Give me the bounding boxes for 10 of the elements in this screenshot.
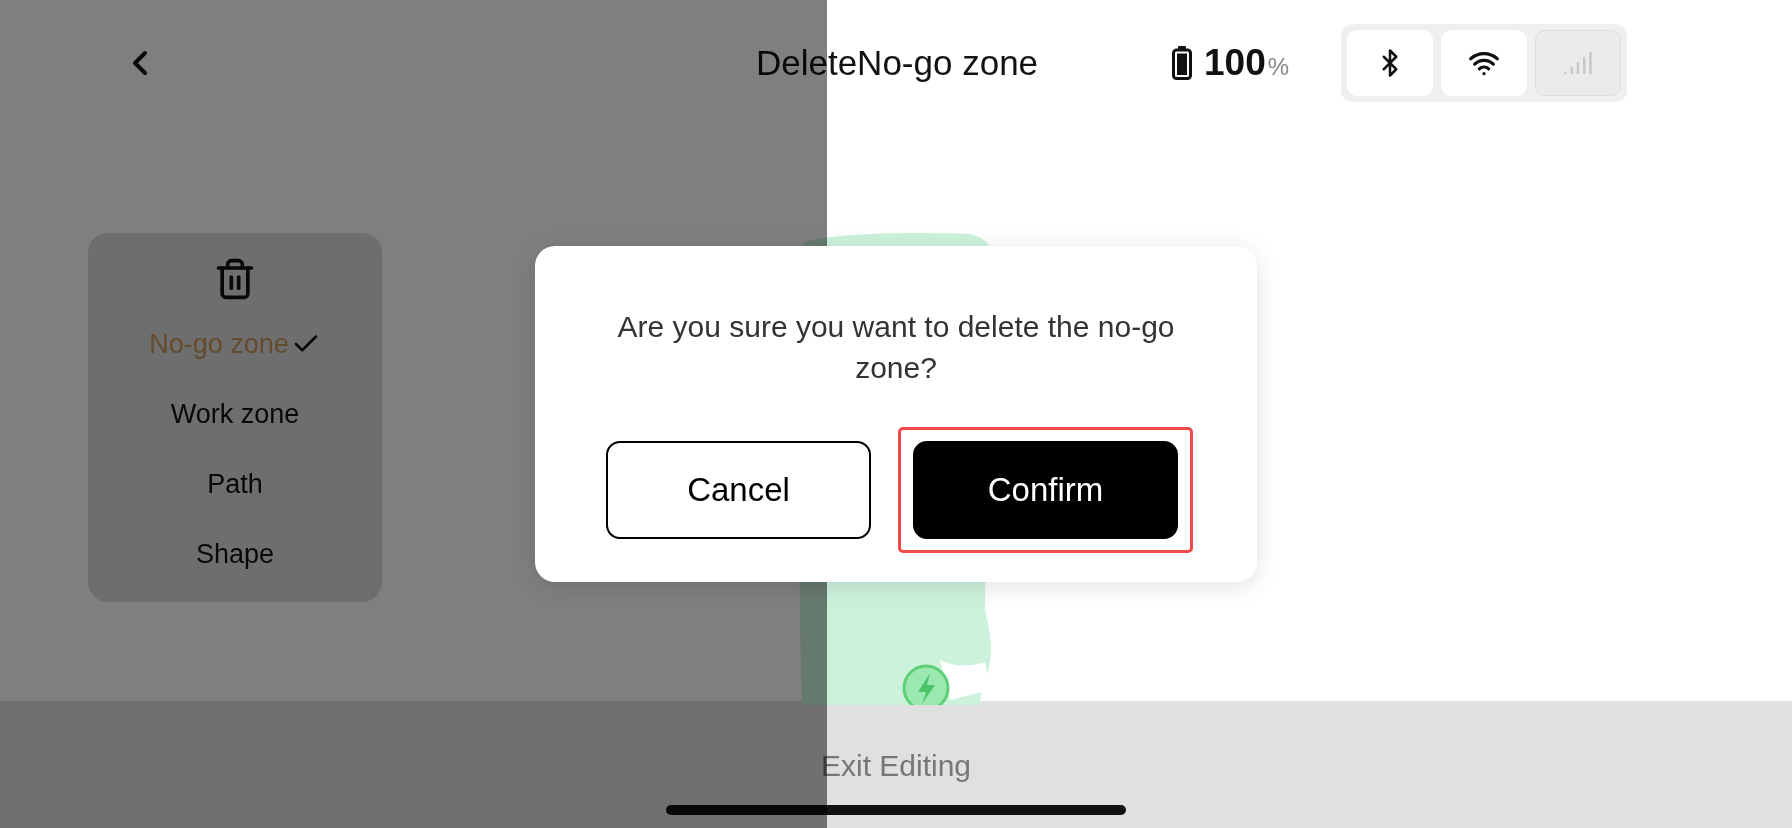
- menu-item[interactable]: Shape: [195, 519, 275, 589]
- dialog-button[interactable]: Cancel: [606, 441, 871, 539]
- battery-level: 100%: [1204, 41, 1290, 84]
- battery-icon: [1172, 45, 1192, 80]
- charging-station-icon: [902, 664, 950, 705]
- dialog-button[interactable]: Confirm: [913, 441, 1178, 539]
- page-title: DeleteNo-go zone: [754, 42, 1040, 83]
- menu-item[interactable]: Path: [207, 449, 263, 519]
- menu-item[interactable]: Work zone: [170, 379, 300, 449]
- dialog-message: Are you sure you want to delete the no-go zone?: [616, 309, 1176, 386]
